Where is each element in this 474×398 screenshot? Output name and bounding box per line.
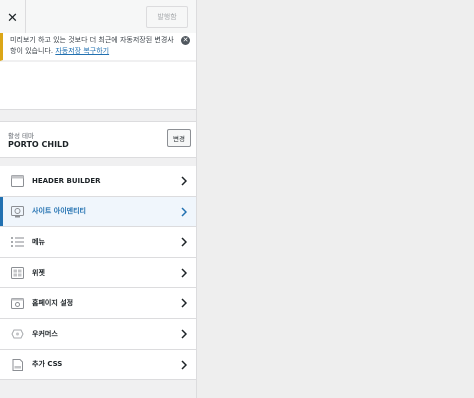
- chevron-right-icon: [181, 298, 187, 308]
- notice-spacer: [0, 62, 196, 110]
- restore-autosave-link[interactable]: 자동저장 복구하기: [55, 47, 109, 55]
- chevron-right-icon: [181, 360, 187, 370]
- chevron-right-icon: [181, 268, 187, 278]
- active-theme-section: 활성 테마 PORTO CHILD 변경: [0, 121, 196, 158]
- homepage-settings-icon: [11, 298, 24, 310]
- customizer-sidebar: ✕ 발행함 미리보기 하고 있는 것보다 더 최근에 자동저장된 변경사항이 있…: [0, 0, 197, 398]
- change-theme-button[interactable]: 변경: [167, 129, 191, 147]
- panel-label: 우커머스: [32, 329, 58, 338]
- menu-icon: [11, 237, 24, 248]
- header-builder-icon: [11, 175, 24, 187]
- customizer-panel-list: HEADER BUILDER 사이트 아이덴티티 메뉴 위젯 홈페이지 설정 우…: [0, 166, 196, 381]
- widgets-icon: [11, 266, 24, 279]
- panel-additional-css[interactable]: 추가 CSS: [0, 349, 196, 381]
- active-theme-name: PORTO CHILD: [8, 140, 69, 149]
- customizer-header: ✕ 발행함: [0, 0, 196, 36]
- active-theme-label: 활성 테마: [8, 132, 34, 140]
- panel-widgets[interactable]: 위젯: [0, 257, 196, 289]
- chevron-right-icon: [181, 176, 187, 186]
- chevron-right-icon: [181, 329, 187, 339]
- close-icon: ✕: [7, 10, 18, 26]
- panel-label: 사이트 아이덴티티: [32, 207, 86, 216]
- publish-button[interactable]: 발행함: [146, 6, 188, 28]
- panel-site-identity[interactable]: 사이트 아이덴티티: [0, 196, 196, 228]
- site-identity-icon: [11, 205, 24, 218]
- panel-label: HEADER BUILDER: [32, 176, 101, 185]
- panel-label: 홈페이지 설정: [32, 299, 74, 308]
- close-customizer-button[interactable]: ✕: [0, 0, 26, 36]
- autosave-notice: 미리보기 하고 있는 것보다 더 최근에 자동저장된 변경사항이 있습니다. 자…: [0, 33, 196, 61]
- dismiss-notice-button[interactable]: ✕: [181, 36, 190, 45]
- site-preview-frame[interactable]: [197, 0, 474, 398]
- chevron-right-icon: [181, 207, 187, 217]
- woocommerce-icon: [11, 329, 24, 339]
- additional-css-icon: [12, 358, 23, 371]
- chevron-right-icon: [181, 237, 187, 247]
- panel-label: 추가 CSS: [32, 360, 63, 369]
- panel-label: 메뉴: [32, 237, 45, 246]
- close-icon: ✕: [182, 36, 189, 44]
- panel-menus[interactable]: 메뉴: [0, 227, 196, 258]
- panel-homepage-settings[interactable]: 홈페이지 설정: [0, 288, 196, 319]
- panel-woocommerce[interactable]: 우커머스: [0, 318, 196, 350]
- panel-label: 위젯: [32, 268, 45, 277]
- panel-header-builder[interactable]: HEADER BUILDER: [0, 166, 196, 197]
